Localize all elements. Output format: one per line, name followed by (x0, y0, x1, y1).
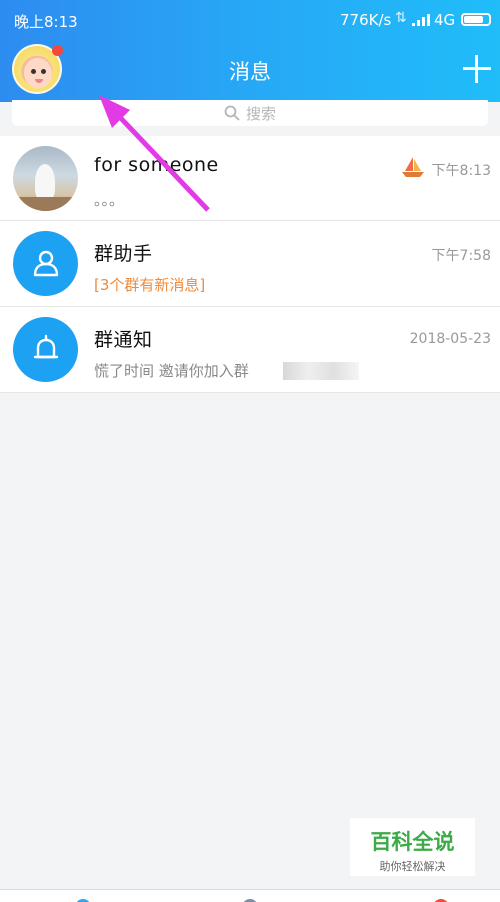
conversation-preview: 。。。 (94, 191, 125, 209)
conversation-name: 群助手 (94, 243, 153, 265)
watermark-subtitle: 助你轻松解决 (379, 860, 446, 873)
network-speed: 776K/s (340, 11, 392, 29)
conversation-preview: [3个群有新消息] (94, 276, 206, 294)
conversation-time: 下午7:58 (431, 248, 491, 264)
group-helper-avatar (13, 231, 78, 296)
search-placeholder: 搜索 (245, 104, 276, 123)
signal-icon (412, 14, 430, 26)
bell-icon (33, 334, 58, 358)
watermark-logo: 百科全说 助你轻松解决 (350, 818, 475, 876)
status-bar: 晚上8:13 776K/s ⇅ 4G (0, 0, 500, 36)
add-plus-icon[interactable] (463, 55, 491, 83)
battery-icon (461, 13, 491, 26)
conversation-preview: 慌了时间 邀请你加入群 (94, 362, 249, 380)
group-notice-avatar (13, 317, 78, 382)
sailboat-icon (402, 157, 424, 177)
conversation-list: for someone 。。。 下午8:13 群助手 [3个群有新消息] 下午7… (0, 136, 500, 393)
blurred-text (283, 362, 359, 380)
search-icon (224, 105, 240, 121)
group-helper-icon (33, 250, 58, 276)
avatar-ground (13, 197, 78, 211)
app-header: 晚上8:13 776K/s ⇅ 4G 消息 (0, 0, 500, 102)
status-time: 晚上8:13 (14, 13, 78, 31)
conversation-row[interactable]: 群通知 慌了时间 邀请你加入群 2018-05-23 (0, 307, 500, 393)
conversation-time: 下午8:13 (431, 163, 491, 179)
conversation-name: 群通知 (94, 329, 153, 351)
notification-dot (52, 45, 63, 56)
conversation-row[interactable]: 群助手 [3个群有新消息] 下午7:58 (0, 221, 500, 307)
conversation-time: 2018-05-23 (409, 331, 491, 347)
conversation-name: for someone (94, 154, 219, 176)
photo-avatar (13, 146, 78, 211)
page-title: 消息 (229, 60, 271, 84)
conversation-row[interactable]: for someone 。。。 下午8:13 (0, 136, 500, 221)
watermark-title: 百科全说 (370, 830, 455, 854)
search-bar[interactable]: 搜索 (12, 100, 488, 126)
bottom-tab-bar (0, 889, 500, 902)
network-type: 4G (434, 11, 456, 29)
data-transfer-icon: ⇅ (395, 10, 407, 26)
avatar-figure (35, 164, 55, 200)
battery-level (464, 16, 483, 23)
